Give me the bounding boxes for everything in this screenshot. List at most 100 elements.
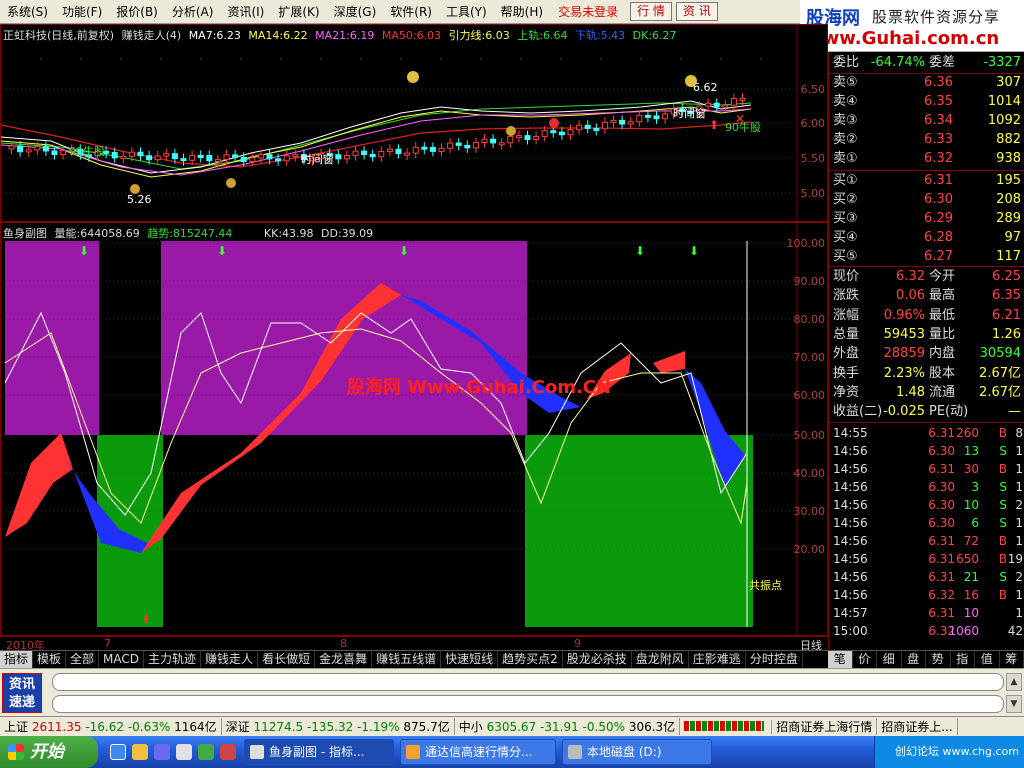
bid-row[interactable]: 买⑤ 6.27 117 <box>829 248 1024 266</box>
bid-row[interactable]: 买④ 6.28 97 <box>829 229 1024 247</box>
news-ticker-1[interactable] <box>52 673 1004 691</box>
zx-index[interactable]: 中小 6305.67 -31.91 -0.50% 306.3亿 <box>455 718 681 735</box>
tab-zynt[interactable]: 庄影难逃 <box>689 651 746 668</box>
ask-row[interactable]: 卖④ 6.35 1014 <box>829 93 1024 111</box>
trade-row[interactable]: 14:56 6.31 30 B 1 <box>829 460 1024 478</box>
candle-body <box>438 147 445 152</box>
tab-value[interactable]: 值 <box>975 651 1000 668</box>
trade-row[interactable]: 14:57 6.31 10 1 <box>829 604 1024 622</box>
tab-detail[interactable]: 细 <box>877 651 902 668</box>
tab-qsmd2[interactable]: 趋势买点2 <box>498 651 563 668</box>
tab-price[interactable]: 价 <box>853 651 877 668</box>
ask-row[interactable]: 卖② 6.33 882 <box>829 131 1024 149</box>
price-chart-pane[interactable]: 时间窗 时间窗 90牛股 90牛股 6.62 5.26 ⬆ ✕ 正虹科技(日线,… <box>0 24 828 222</box>
tab-main-track[interactable]: 主力轨迹 <box>144 651 202 668</box>
menu-info[interactable]: 资讯(I) <box>220 0 271 24</box>
news-ticker-2[interactable] <box>52 695 1004 713</box>
trade-volume: 6 <box>971 516 979 530</box>
candle-body <box>705 102 712 107</box>
dd-value: DD:39.09 <box>321 227 374 240</box>
target-icon <box>549 118 559 128</box>
stat-row: 外盘 28859 内盘 30594 <box>829 345 1024 363</box>
trade-row[interactable]: 14:56 6.30 6 S 1 <box>829 514 1024 532</box>
sz-index[interactable]: 深证 11274.5 -135.32 -1.19% 875.7亿 <box>222 718 455 735</box>
bid-row[interactable]: 买② 6.30 208 <box>829 191 1024 209</box>
tab-indicator[interactable]: 指标 <box>0 651 34 668</box>
menu-tools[interactable]: 工具(Y) <box>439 0 494 24</box>
broker-2[interactable]: 招商证券上... <box>877 718 958 735</box>
broker-1[interactable]: 招商证券上海行情 <box>772 718 878 735</box>
quote-button[interactable]: 行 情 <box>630 2 672 21</box>
tab-index[interactable]: 指 <box>951 651 975 668</box>
folder-icon[interactable] <box>132 744 148 760</box>
ask-row[interactable]: 卖① 6.32 938 <box>829 150 1024 168</box>
window-icon <box>250 745 264 759</box>
tab-chips[interactable]: 筹 <box>1000 651 1024 668</box>
date-month-9: 9 <box>574 637 581 650</box>
menu-function[interactable]: 功能(F) <box>55 0 109 24</box>
tab-trend[interactable]: 势 <box>926 651 951 668</box>
tab-zqzr[interactable]: 赚钱走人 <box>201 651 259 668</box>
tab-ticks[interactable]: 笔 <box>828 651 853 668</box>
tab-pljf[interactable]: 盘龙附风 <box>632 651 689 668</box>
trade-row[interactable]: 14:56 6.32 16 B 1 <box>829 586 1024 604</box>
menu-depth[interactable]: 深度(G) <box>327 0 384 24</box>
trade-status[interactable]: 交易未登录 <box>550 0 626 24</box>
ask-row[interactable]: 卖⑤ 6.36 307 <box>829 74 1024 92</box>
tab-macd[interactable]: MACD <box>99 651 145 668</box>
oscillator-pane[interactable]: ⬇ ⬇ ⬇ ⬇ ⬇ ⬆ 股海网 Www.Guhai.Com.CN 共振点 鱼身副… <box>0 222 828 636</box>
candle-body <box>386 148 393 152</box>
stat-label: 最高 <box>929 288 956 304</box>
news-scroll-down-icon[interactable]: ▼ <box>1006 695 1022 713</box>
ask-price: 6.34 <box>924 113 953 128</box>
task-tdx-main[interactable]: 鱼身副图 - 指标... <box>244 739 394 765</box>
menu-analysis[interactable]: 分析(A) <box>165 0 221 24</box>
candle-body <box>593 127 600 131</box>
media-icon[interactable] <box>154 744 170 760</box>
trade-row[interactable]: 14:55 6.31 260 B 8 <box>829 424 1024 442</box>
trade-row[interactable]: 14:56 6.30 10 S 2 <box>829 496 1024 514</box>
trade-row[interactable]: 14:56 6.31 72 B 1 <box>829 532 1024 550</box>
task-tdx-quote[interactable]: 通达信高速行情分... <box>400 739 556 765</box>
ie-icon[interactable] <box>110 744 126 760</box>
price-legend: 正虹科技(日线,前复权) 赚钱走人(4) MA7:6.23 MA14:6.22 … <box>3 27 681 43</box>
tab-book[interactable]: 盘 <box>902 651 926 668</box>
trade-row[interactable]: 15:00 6.32 1060 42 <box>829 622 1024 640</box>
menu-help[interactable]: 帮助(H) <box>494 0 550 24</box>
news-flash-icon[interactable]: 资讯 速递 <box>2 673 42 713</box>
menu-software[interactable]: 软件(R) <box>383 0 439 24</box>
sz-label: 深证 <box>225 720 250 734</box>
trade-volume: 650 <box>956 552 979 566</box>
tab-zqwxp[interactable]: 赚钱五线谱 <box>372 651 442 668</box>
bid-row[interactable]: 买① 6.31 195 <box>829 172 1024 190</box>
trade-row[interactable]: 14:56 6.31 21 S 2 <box>829 568 1024 586</box>
tab-template[interactable]: 模板 <box>33 651 67 668</box>
tab-all[interactable]: 全部 <box>66 651 100 668</box>
stat-value: 6.25 <box>992 269 1021 284</box>
market-breadth-icon <box>680 719 773 734</box>
trade-count: 1 <box>1015 480 1023 494</box>
menu-extend[interactable]: 扩展(K) <box>271 0 326 24</box>
tab-kscx[interactable]: 快速短线 <box>441 651 499 668</box>
tab-glbsj[interactable]: 股龙必杀技 <box>563 651 632 668</box>
bid-row[interactable]: 买③ 6.29 289 <box>829 210 1024 228</box>
task-local-disk[interactable]: 本地磁盘 (D:) <box>562 739 712 765</box>
tab-fskp[interactable]: 分时控盘 <box>746 651 803 668</box>
start-button[interactable]: 开始 <box>0 736 98 768</box>
app-icon[interactable] <box>198 744 214 760</box>
news-scroll-up-icon[interactable]: ▲ <box>1006 673 1022 691</box>
info-button[interactable]: 资 讯 <box>675 2 718 21</box>
tab-kczd[interactable]: 看长做短 <box>258 651 316 668</box>
app-icon[interactable] <box>220 744 236 760</box>
system-tray[interactable]: 创幻论坛 www.chg.com <box>874 736 1024 768</box>
indicator-tabs: 指标 模板 全部 MACD 主力轨迹 赚钱走人 看长做短 金龙喜舞 赚钱五线谱 … <box>0 650 828 668</box>
menu-quote[interactable]: 报价(B) <box>109 0 165 24</box>
trade-row[interactable]: 14:56 6.30 3 S 1 <box>829 478 1024 496</box>
tab-jlxw[interactable]: 金龙喜舞 <box>315 651 373 668</box>
trade-row[interactable]: 14:56 6.30 13 S 1 <box>829 442 1024 460</box>
sh-index[interactable]: 上证 2611.35 -16.62 -0.63% 1164亿 <box>0 718 222 735</box>
trade-row[interactable]: 14:56 6.31 650 B 19 <box>829 550 1024 568</box>
menu-system[interactable]: 系统(S) <box>0 0 55 24</box>
desktop-icon[interactable] <box>176 744 192 760</box>
ask-row[interactable]: 卖③ 6.34 1092 <box>829 112 1024 130</box>
